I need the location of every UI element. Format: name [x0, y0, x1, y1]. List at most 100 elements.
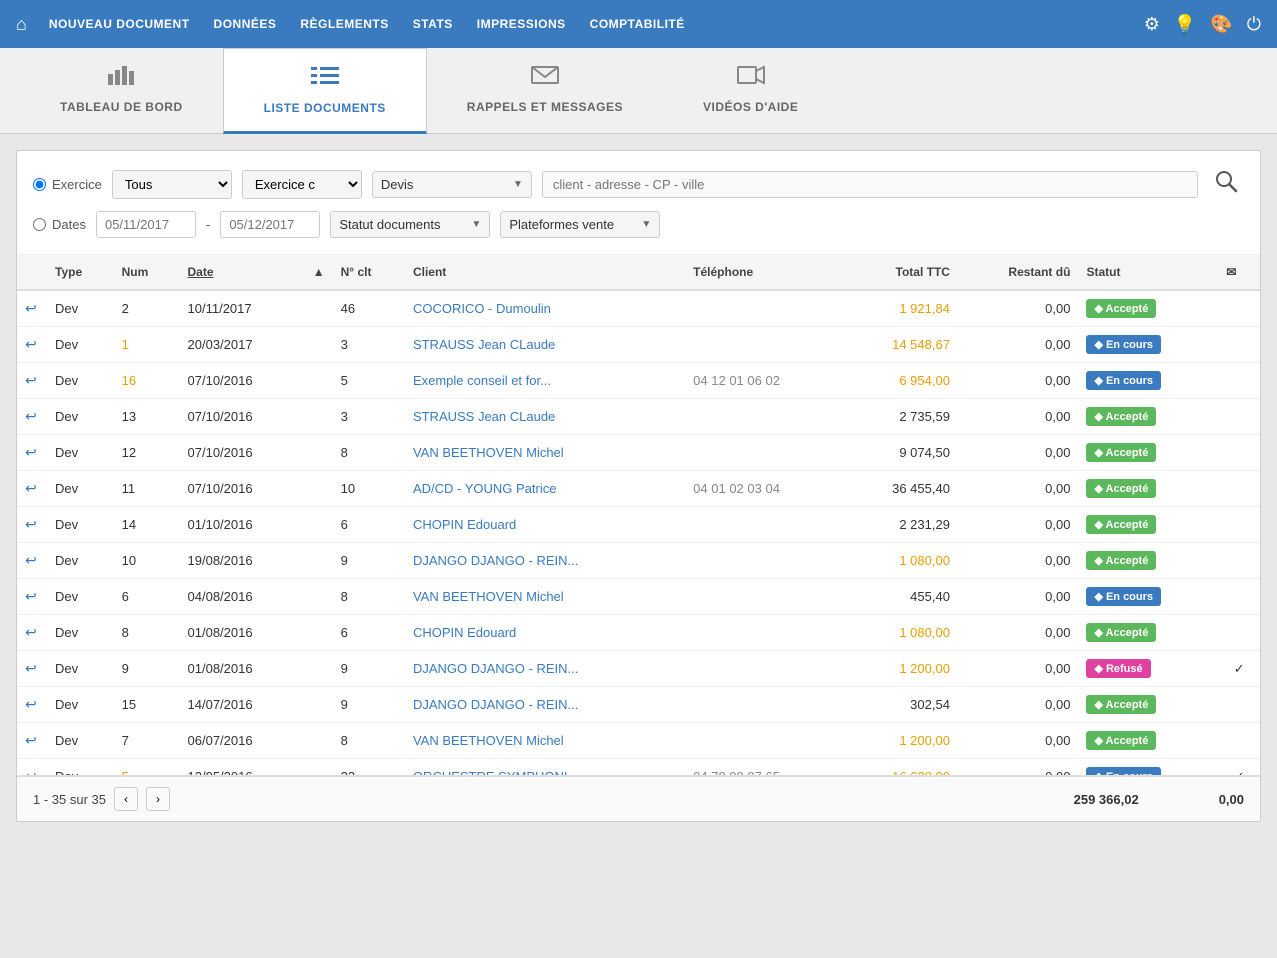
exercice-radio-label[interactable]: Exercice [33, 177, 102, 192]
table-row[interactable]: ↩ Dev 10 19/08/2016 9 DJANGO DJANGO - RE… [17, 543, 1260, 579]
home-button[interactable]: ⌂ [16, 14, 27, 35]
row-icon[interactable]: ↩ [17, 363, 47, 399]
row-icon[interactable]: ↩ [17, 507, 47, 543]
table-row[interactable]: ↩ Dev 15 14/07/2016 9 DJANGO DJANGO - RE… [17, 687, 1260, 723]
row-icon[interactable]: ↩ [17, 290, 47, 327]
row-icon[interactable]: ↩ [17, 579, 47, 615]
table-row[interactable]: ↩ Dev 6 04/08/2016 8 VAN BEETHOVEN Miche… [17, 579, 1260, 615]
row-num[interactable]: 13 [114, 399, 180, 435]
row-statut[interactable]: ◆ Accepté [1078, 507, 1218, 543]
table-row[interactable]: ↩ Dev 9 01/08/2016 9 DJANGO DJANGO - REI… [17, 651, 1260, 687]
table-row[interactable]: ↩ Dev 5 12/05/2016 23 ORCHESTRE SYMPHONI… [17, 759, 1260, 776]
palette-icon[interactable]: 🎨 [1210, 14, 1232, 35]
row-client[interactable]: AD/CD - YOUNG Patrice [405, 471, 685, 507]
row-client[interactable]: ORCHESTRE SYMPHONI... [405, 759, 685, 776]
tab-tableau-de-bord[interactable]: TABLEAU DE BORD [20, 48, 223, 133]
row-statut[interactable]: ◆ En cours [1078, 579, 1218, 615]
next-page-button[interactable]: › [146, 787, 170, 811]
row-statut[interactable]: ◆ En cours [1078, 759, 1218, 776]
lightbulb-icon[interactable]: 💡 [1174, 14, 1196, 35]
row-icon[interactable]: ↩ [17, 615, 47, 651]
row-statut[interactable]: ◆ En cours [1078, 363, 1218, 399]
row-icon[interactable]: ↩ [17, 435, 47, 471]
table-row[interactable]: ↩ Dev 11 07/10/2016 10 AD/CD - YOUNG Pat… [17, 471, 1260, 507]
row-icon[interactable]: ↩ [17, 543, 47, 579]
table-row[interactable]: ↩ Dev 1 20/03/2017 3 STRAUSS Jean CLaude… [17, 327, 1260, 363]
row-statut[interactable]: ◆ Accepté [1078, 435, 1218, 471]
row-icon[interactable]: ↩ [17, 399, 47, 435]
settings-icon[interactable]: ⚙ [1144, 14, 1160, 35]
table-row[interactable]: ↩ Dev 2 10/11/2017 46 COCORICO - Dumouli… [17, 290, 1260, 327]
row-num[interactable]: 1 [114, 327, 180, 363]
row-client[interactable]: DJANGO DJANGO - REIN... [405, 543, 685, 579]
date-to-input[interactable] [220, 211, 320, 238]
row-icon[interactable]: ↩ [17, 759, 47, 776]
row-statut[interactable]: ◆ Refusé [1078, 651, 1218, 687]
row-icon[interactable]: ↩ [17, 723, 47, 759]
tab-liste-documents[interactable]: LISTE DOCUMENTS [223, 48, 427, 134]
row-client[interactable]: DJANGO DJANGO - REIN... [405, 687, 685, 723]
row-client[interactable]: VAN BEETHOVEN Michel [405, 579, 685, 615]
table-row[interactable]: ↩ Dev 16 07/10/2016 5 Exemple conseil et… [17, 363, 1260, 399]
doc-type-select[interactable]: Devis ▼ [372, 171, 532, 198]
row-statut[interactable]: ◆ Accepté [1078, 687, 1218, 723]
row-num[interactable]: 14 [114, 507, 180, 543]
nav-impressions[interactable]: IMPRESSIONS [475, 13, 568, 35]
row-num[interactable]: 16 [114, 363, 180, 399]
row-num[interactable]: 2 [114, 290, 180, 327]
row-statut[interactable]: ◆ Accepté [1078, 399, 1218, 435]
row-statut[interactable]: ◆ Accepté [1078, 723, 1218, 759]
row-num[interactable]: 7 [114, 723, 180, 759]
nav-stats[interactable]: STATS [411, 13, 455, 35]
row-client[interactable]: CHOPIN Edouard [405, 507, 685, 543]
client-search-input[interactable] [542, 171, 1198, 198]
plateformes-vente-select[interactable]: Plateformes vente ▼ [500, 211, 660, 238]
row-statut[interactable]: ◆ Accepté [1078, 290, 1218, 327]
row-client[interactable]: STRAUSS Jean CLaude [405, 399, 685, 435]
row-client[interactable]: VAN BEETHOVEN Michel [405, 435, 685, 471]
row-client[interactable]: COCORICO - Dumoulin [405, 290, 685, 327]
row-client[interactable]: CHOPIN Edouard [405, 615, 685, 651]
exercice-select[interactable]: Tous [112, 170, 232, 199]
table-row[interactable]: ↩ Dev 13 07/10/2016 3 STRAUSS Jean CLaud… [17, 399, 1260, 435]
row-num[interactable]: 8 [114, 615, 180, 651]
exercice2-select[interactable]: Exercice c [242, 170, 362, 199]
nav-nouveau-document[interactable]: NOUVEAU DOCUMENT [47, 13, 192, 35]
row-num[interactable]: 11 [114, 471, 180, 507]
row-statut[interactable]: ◆ Accepté [1078, 471, 1218, 507]
row-icon[interactable]: ↩ [17, 687, 47, 723]
row-client[interactable]: Exemple conseil et for... [405, 363, 685, 399]
row-client[interactable]: DJANGO DJANGO - REIN... [405, 651, 685, 687]
nav-comptabilite[interactable]: COMPTABILITÉ [588, 13, 687, 35]
table-row[interactable]: ↩ Dev 12 07/10/2016 8 VAN BEETHOVEN Mich… [17, 435, 1260, 471]
exercice-radio[interactable] [33, 178, 46, 191]
col-date[interactable]: Date [180, 255, 305, 290]
power-icon[interactable]: ⏻ [1247, 14, 1261, 35]
table-row[interactable]: ↩ Dev 8 01/08/2016 6 CHOPIN Edouard 1 08… [17, 615, 1260, 651]
prev-page-button[interactable]: ‹ [114, 787, 138, 811]
statut-documents-select[interactable]: Statut documents ▼ [330, 211, 490, 238]
row-num[interactable]: 12 [114, 435, 180, 471]
nav-reglements[interactable]: RÈGLEMENTS [298, 13, 390, 35]
dates-radio-label[interactable]: Dates [33, 217, 86, 232]
row-statut[interactable]: ◆ Accepté [1078, 543, 1218, 579]
row-icon[interactable]: ↩ [17, 471, 47, 507]
row-num[interactable]: 15 [114, 687, 180, 723]
row-statut[interactable]: ◆ En cours [1078, 327, 1218, 363]
row-icon[interactable]: ↩ [17, 651, 47, 687]
row-statut[interactable]: ◆ Accepté [1078, 615, 1218, 651]
tab-rappels-messages[interactable]: RAPPELS ET MESSAGES [427, 48, 663, 133]
row-client[interactable]: STRAUSS Jean CLaude [405, 327, 685, 363]
nav-donnees[interactable]: DONNÉES [212, 13, 279, 35]
row-num[interactable]: 9 [114, 651, 180, 687]
row-num[interactable]: 6 [114, 579, 180, 615]
table-row[interactable]: ↩ Dev 7 06/07/2016 8 VAN BEETHOVEN Miche… [17, 723, 1260, 759]
tab-videos-aide[interactable]: VIDÉOS D'AIDE [663, 48, 838, 133]
row-icon[interactable]: ↩ [17, 327, 47, 363]
search-button[interactable] [1208, 167, 1244, 201]
dates-radio[interactable] [33, 218, 46, 231]
date-from-input[interactable] [96, 211, 196, 238]
row-num[interactable]: 5 [114, 759, 180, 776]
row-client[interactable]: VAN BEETHOVEN Michel [405, 723, 685, 759]
table-row[interactable]: ↩ Dev 14 01/10/2016 6 CHOPIN Edouard 2 2… [17, 507, 1260, 543]
